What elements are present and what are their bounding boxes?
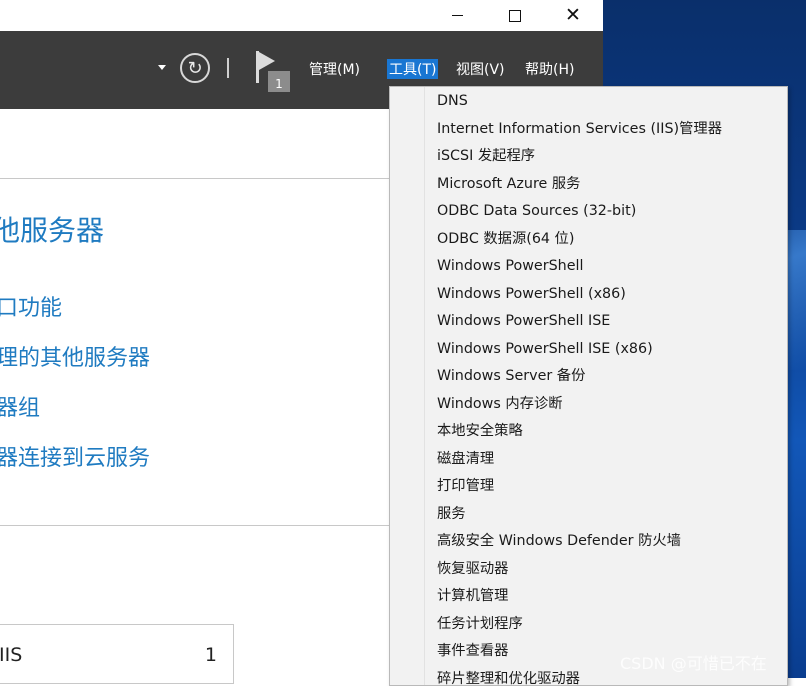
tools-menu-item[interactable]: ODBC Data Sources (32-bit) bbox=[390, 198, 787, 226]
toolbar-separator bbox=[227, 58, 229, 78]
watermark: CSDN @可惜已不在 bbox=[620, 650, 767, 674]
link-connect-cloud-services[interactable]: 器连接到云服务 bbox=[0, 440, 150, 472]
roles-groups-pane: IIS 1 bbox=[0, 526, 389, 678]
minimize-icon bbox=[452, 15, 463, 16]
tools-menu-item[interactable]: Windows 内存诊断 bbox=[390, 391, 787, 419]
close-icon: ✕ bbox=[565, 6, 581, 25]
tools-menu-item[interactable]: Internet Information Services (IIS)管理器 bbox=[390, 116, 787, 144]
menu-tools[interactable]: 工具(T) bbox=[387, 59, 438, 79]
title-bar: ✕ bbox=[0, 0, 603, 31]
pane-heading: 他服务器 bbox=[0, 209, 104, 249]
tools-menu-item[interactable]: Windows PowerShell ISE bbox=[390, 308, 787, 336]
notifications-flag[interactable]: 1 bbox=[253, 51, 293, 93]
maximize-button[interactable] bbox=[486, 0, 544, 31]
tools-menu-item[interactable]: Windows PowerShell ISE (x86) bbox=[390, 336, 787, 364]
tools-menu-list: DNSInternet Information Services (IIS)管理… bbox=[390, 87, 787, 686]
content-subbar bbox=[0, 109, 389, 179]
tools-menu-item[interactable]: 磁盘清理 bbox=[390, 446, 787, 474]
role-tile-iis[interactable]: IIS 1 bbox=[0, 624, 234, 684]
menu-help[interactable]: 帮助(H) bbox=[525, 59, 574, 79]
minimize-button[interactable] bbox=[428, 0, 486, 31]
tools-menu-item[interactable]: Windows PowerShell bbox=[390, 253, 787, 281]
tools-dropdown-menu: DNSInternet Information Services (IIS)管理… bbox=[389, 86, 788, 686]
menu-view[interactable]: 视图(V) bbox=[456, 59, 505, 79]
notification-count-badge: 1 bbox=[268, 71, 290, 92]
role-tile-count: 1 bbox=[205, 644, 217, 666]
link-create-server-group[interactable]: 器组 bbox=[0, 390, 40, 422]
tools-menu-item[interactable]: 任务计划程序 bbox=[390, 611, 787, 639]
dropdown-arrow-icon[interactable] bbox=[158, 65, 166, 70]
flag-icon bbox=[259, 52, 275, 70]
close-button[interactable]: ✕ bbox=[544, 0, 602, 31]
tools-menu-item[interactable]: Windows Server 备份 bbox=[390, 363, 787, 391]
link-add-roles-features[interactable]: 口功能 bbox=[0, 290, 62, 322]
tools-menu-item[interactable]: 恢复驱动器 bbox=[390, 556, 787, 584]
menu-manage[interactable]: 管理(M) bbox=[309, 59, 360, 79]
tools-menu-item[interactable]: 打印管理 bbox=[390, 473, 787, 501]
tools-menu-item[interactable]: Windows PowerShell (x86) bbox=[390, 281, 787, 309]
tools-menu-item[interactable]: 计算机管理 bbox=[390, 583, 787, 611]
refresh-icon[interactable]: ↻ bbox=[180, 53, 210, 83]
quick-start-pane: 他服务器 口功能 理的其他服务器 器组 器连接到云服务 bbox=[0, 179, 389, 526]
tools-menu-item[interactable]: Microsoft Azure 服务 bbox=[390, 171, 787, 199]
maximize-icon bbox=[509, 10, 521, 22]
tools-menu-item[interactable]: iSCSI 发起程序 bbox=[390, 143, 787, 171]
tools-menu-item[interactable]: 高级安全 Windows Defender 防火墙 bbox=[390, 528, 787, 556]
role-tile-name: IIS bbox=[0, 644, 22, 666]
tools-menu-item[interactable]: DNS bbox=[390, 88, 787, 116]
tools-menu-item[interactable]: 服务 bbox=[390, 501, 787, 529]
link-add-other-servers[interactable]: 理的其他服务器 bbox=[0, 340, 150, 372]
tools-menu-item[interactable]: ODBC 数据源(64 位) bbox=[390, 226, 787, 254]
tools-menu-item[interactable]: 本地安全策略 bbox=[390, 418, 787, 446]
